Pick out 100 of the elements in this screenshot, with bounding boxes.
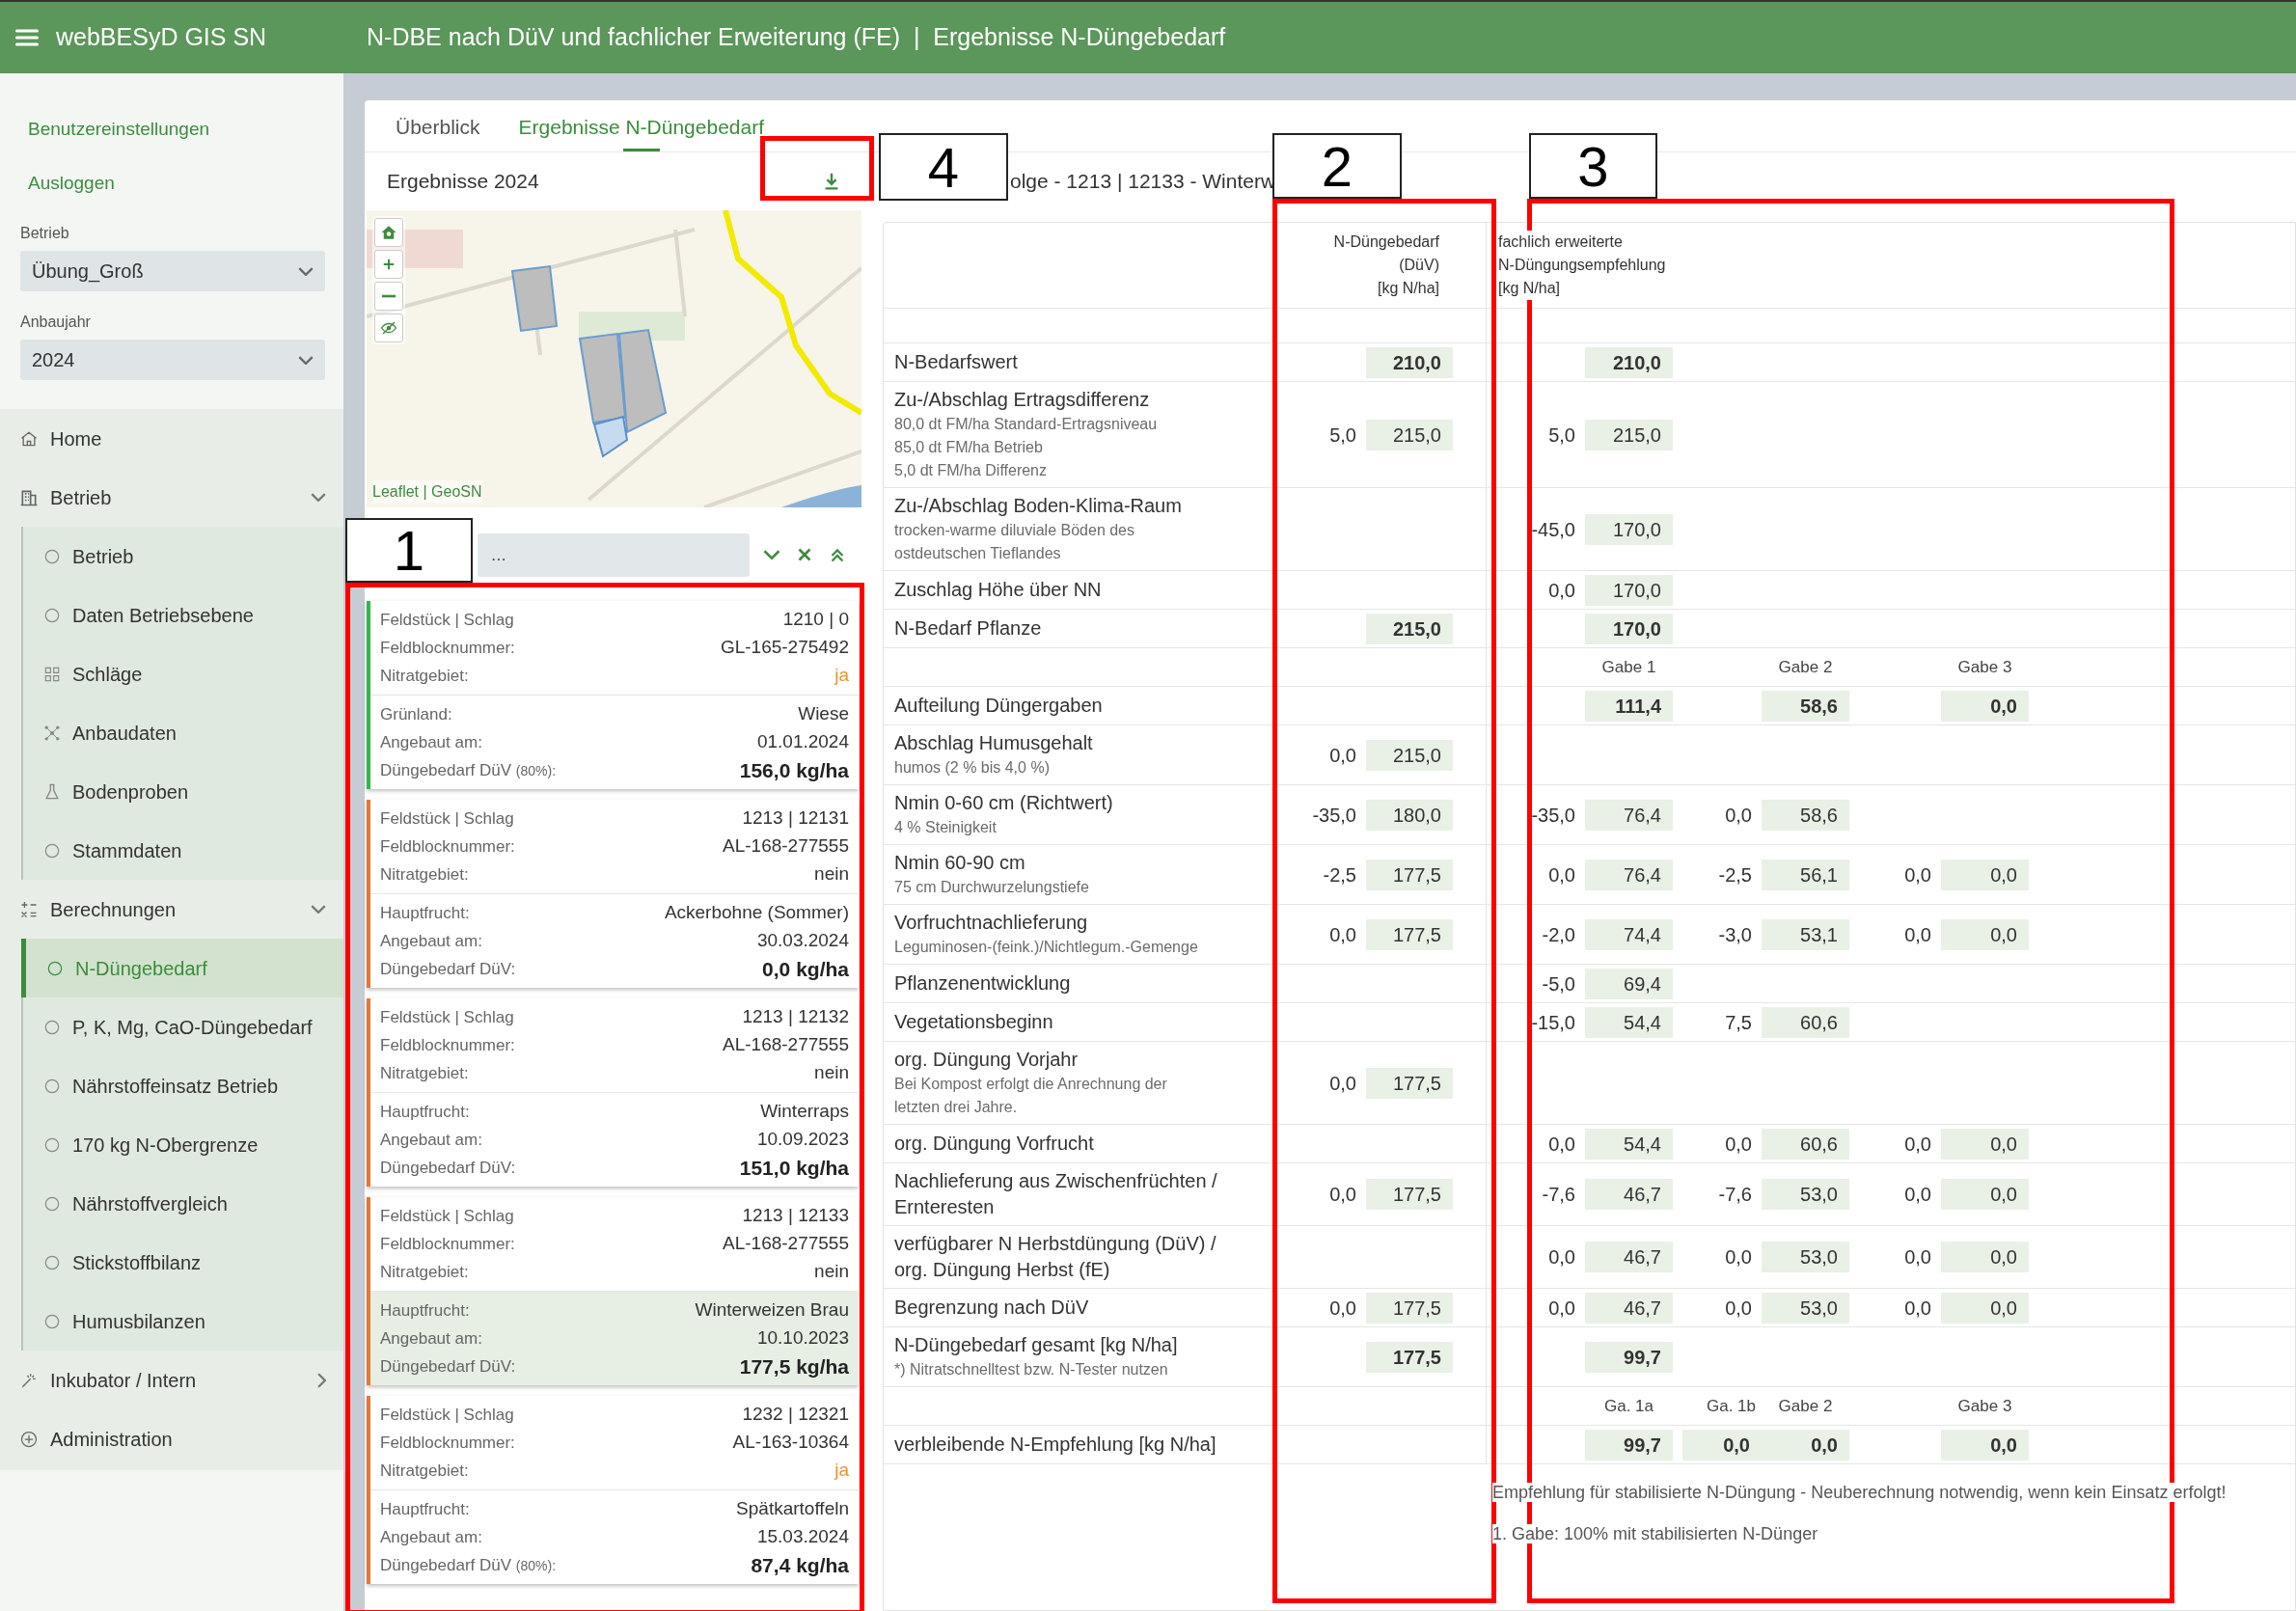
field-label: Nitratgebiet: [380,1460,469,1482]
minus-icon [381,294,396,298]
nav-subitem[interactable]: P, K, Mg, CaO-Düngebedarf [23,997,343,1056]
value-cell: 76,4 [1585,799,1673,831]
field-value: 1213 | 12133 [742,1204,849,1228]
row-label: Nmin 0-60 cm (Richtwert) [894,791,1114,815]
value-cell: 0,0 [1941,1292,2029,1324]
zoom-in-button[interactable] [374,250,403,279]
select-field[interactable]: Übung_Groß [20,251,325,291]
value-cell: 0,0 [1682,1429,1762,1461]
nav-subitem[interactable]: Stammdaten [23,821,343,880]
plus-circle-icon [19,1429,39,1449]
delta-value: 0,0 [1725,1297,1752,1319]
nav-item[interactable]: Home [0,409,343,468]
nav-subitem[interactable]: Daten Betriebsebene [23,586,343,644]
value-cell: 54,4 [1585,1006,1673,1038]
chevron-down-icon [298,355,314,365]
row-label: Aufteilung Düngergaben [894,694,1104,718]
value-cell: 177,5 [1366,1292,1453,1324]
value-cell: 54,4 [1585,1128,1673,1160]
value-cell: 69,4 [1585,968,1673,999]
map-attribution[interactable]: Leaflet | GeoSN [372,480,482,504]
field-label: Hauptfrucht: [380,902,470,924]
value-cell: 46,7 [1585,1179,1673,1210]
nav-item[interactable]: Berechnungen [0,880,343,939]
delta-value: 0,0 [1329,1297,1356,1319]
value-cell: 0,0 [1941,690,2029,722]
field-label: Nitratgebiet: [380,1261,469,1283]
eye-off-icon [380,319,397,337]
field-label: Grünland: [380,703,452,725]
nav-item[interactable]: Administration [0,1409,343,1468]
field-label: Düngebedarf DüV: [380,1355,516,1378]
tab[interactable]: Ergebnisse N-Düngebedarf [516,103,766,151]
sidebar-link[interactable]: Ausloggen [28,169,115,198]
delta-value: -15,0 [1531,1011,1575,1033]
page-title: N-DBE nach DüV und fachlicher Erweiterung (FE) | Ergebnisse N-Düngebedarf [367,22,1226,53]
tab[interactable]: Überblick [394,103,482,151]
value-cell: 111,4 [1585,690,1673,722]
field-value: 87,4 kg/ha [751,1552,849,1578]
field-value: 30.03.2024 [756,929,849,953]
field-label: Feldblocknummer: [380,637,515,659]
field-label: Betrieb [20,224,70,243]
column-header: Gabe 3 [1957,1396,2012,1415]
visibility-button[interactable] [374,314,403,342]
field-value: nein [814,862,849,887]
delta-value: -5,0 [1542,972,1575,995]
delta-value: -3,0 [1718,923,1752,945]
delta-value: 0,0 [1329,1184,1356,1205]
field-value: AL-163-10364 [732,1431,849,1455]
value-cell: 215,0 [1585,419,1673,451]
value-cell: 53,1 [1762,918,1849,950]
field-value: Ackerbohne (Sommer) [664,901,849,925]
nav-subitem[interactable]: Nährstoffvergleich [23,1174,343,1233]
value-cell: 58,6 [1762,799,1849,831]
nav-subitem[interactable]: Betrieb [23,527,343,586]
field-label: Anbaujahr [20,313,92,332]
delta-value: 0,0 [1548,1133,1575,1155]
value-cell: 0,0 [1941,1179,2029,1210]
delta-value: 0,0 [1548,1297,1575,1319]
row-label: N-Bedarfswert [894,350,1019,374]
nav-item[interactable]: Betrieb [0,468,343,527]
select-field[interactable]: 2024 [20,340,325,380]
zoom-out-button[interactable] [374,282,403,311]
field-label: Düngebedarf DüV (80%): [380,1554,557,1576]
field-value: 156,0 kg/ha [739,757,849,783]
nav-subitem[interactable]: Anbaudaten [23,703,343,762]
search-field[interactable]: ... [478,532,750,577]
nav-subitem[interactable]: Stickstoffbilanz [23,1233,343,1292]
value-cell: 170,0 [1585,513,1673,545]
row-label: Pflanzenentwicklung [894,971,1072,996]
row-label: Abschlag Humusgehalt [894,731,1094,755]
home-button[interactable] [374,218,403,247]
field-value: 10.09.2023 [756,1128,849,1152]
delta-value: 0,0 [1548,1246,1575,1268]
field-value: ja [834,1459,849,1483]
field-value: ja [834,664,849,688]
field-value: Winterweizen Brau [695,1298,849,1323]
field-value: 151,0 kg/ha [739,1155,849,1181]
delta-value: 5,0 [1329,423,1356,446]
row-note: Leguminosen-(feink.)/Nichtlegum.-Gemenge [894,938,1199,957]
nav-subitem[interactable]: Bodenproben [23,762,343,821]
nav-subitem[interactable]: Schläge [23,644,343,703]
field-label: Feldblocknummer: [380,1432,515,1454]
value-cell: 53,0 [1762,1242,1849,1272]
footnote: Empfehlung für stabilisierte N-Düngung - Neuberechnung notwendig, wenn kein Einsatz erfolgt! [1492,1483,2227,1502]
value-cell: 53,0 [1762,1292,1849,1324]
delta-value: 0,0 [1548,863,1575,886]
row-note: 4 % Steinigkeit [894,818,998,837]
row-note: 75 cm Durchwurzelungstiefe [894,878,1090,897]
field-label: Feldstück | Schlag [380,807,514,830]
delta-value: 0,0 [1725,1246,1752,1268]
sidebar-link[interactable]: Benutzereinstellungen [28,115,210,144]
nav-subitem[interactable]: Nährstoffeinsatz Betrieb [23,1056,343,1115]
nav-item[interactable]: Inkubator / Intern [0,1351,343,1409]
nav-subitem[interactable]: 170 kg N-Obergrenze [23,1115,343,1174]
value-cell: 0,0 [1941,1242,2029,1272]
field-label: Nitratgebiet: [380,1062,469,1084]
field-value: AL-168-277555 [723,1232,849,1256]
row-note: 80,0 dt FM/ha Standard-Ertragsniveau 85,0 dt FM/ha Betrieb 5,0 dt FM/ha Differenz [894,415,1159,480]
nav-subitem[interactable]: Humusbilanzen [23,1292,343,1351]
